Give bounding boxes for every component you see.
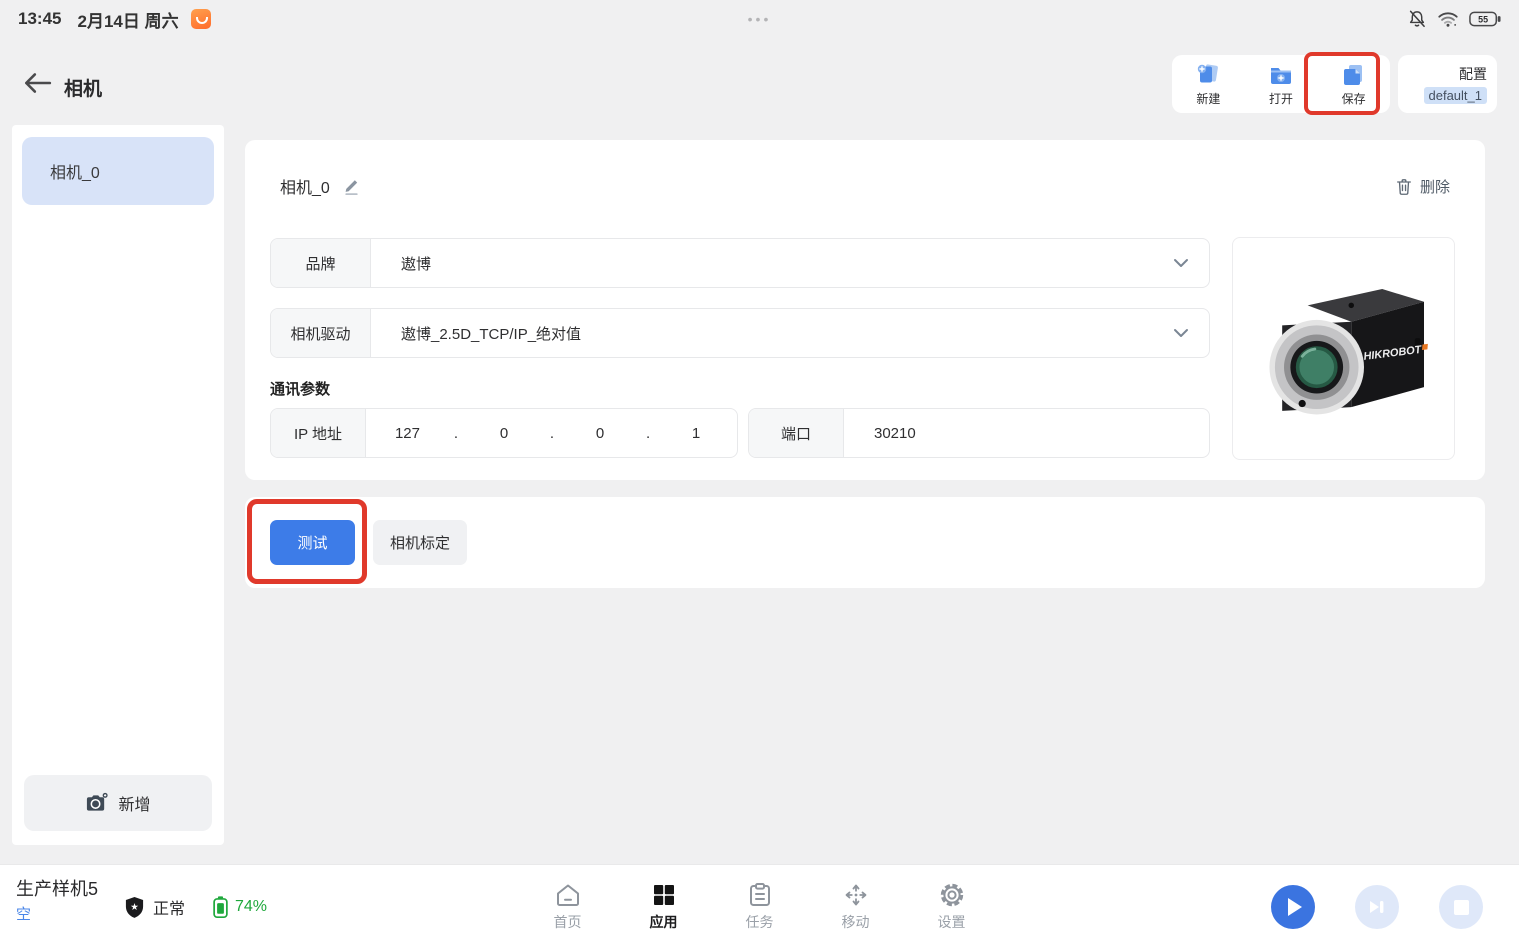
ip-address-field: IP 地址 127 . 0 . 0 . 1 bbox=[270, 408, 738, 458]
nav-item-apps[interactable]: 应用 bbox=[640, 882, 688, 932]
brand-label: 品牌 bbox=[271, 239, 371, 287]
brand-select[interactable]: 品牌 遨博 bbox=[270, 238, 1210, 288]
nav-item-home[interactable]: 首页 bbox=[544, 882, 592, 932]
sidebar-item-camera-0[interactable]: 相机_0 bbox=[22, 137, 214, 205]
page-title: 相机 bbox=[64, 74, 102, 101]
home-icon bbox=[555, 882, 581, 908]
device-name: 生产样机5 bbox=[16, 875, 98, 901]
add-camera-button[interactable]: 新增 bbox=[24, 775, 212, 831]
sidebar-item-label: 相机_0 bbox=[50, 159, 100, 183]
ip-dot: . bbox=[550, 425, 554, 442]
nav-label: 应用 bbox=[650, 912, 678, 932]
move-icon bbox=[843, 882, 869, 908]
device-battery: 74% bbox=[212, 865, 267, 949]
safety-status-label: 正常 bbox=[153, 895, 185, 919]
delete-camera-button[interactable]: 删除 bbox=[1395, 176, 1450, 197]
brand-value: 遨博 bbox=[401, 253, 431, 274]
ip-label: IP 地址 bbox=[271, 409, 366, 457]
battery-green-icon bbox=[212, 894, 229, 920]
port-label: 端口 bbox=[749, 409, 844, 457]
camera-list-sidebar: 相机_0 新增 bbox=[12, 125, 224, 845]
ip-octet-4-input[interactable]: 1 bbox=[684, 425, 708, 442]
open-folder-icon bbox=[1268, 62, 1294, 88]
settings-gear-icon bbox=[939, 882, 965, 908]
new-config-label: 新建 bbox=[1196, 90, 1220, 107]
trash-icon bbox=[1395, 177, 1413, 196]
chevron-down-icon bbox=[1173, 328, 1189, 338]
skip-next-button[interactable] bbox=[1355, 885, 1399, 929]
play-button[interactable] bbox=[1271, 885, 1315, 929]
camera-actions-panel: 测试 相机标定 bbox=[245, 497, 1485, 588]
nav-label: 移动 bbox=[842, 912, 870, 932]
device-sub-status: 空 bbox=[16, 903, 31, 924]
new-file-icon bbox=[1195, 62, 1221, 88]
tasks-icon bbox=[747, 882, 773, 908]
back-arrow-icon[interactable] bbox=[22, 70, 52, 101]
ip-octet-2-input[interactable]: 0 bbox=[492, 425, 516, 442]
svg-text:55: 55 bbox=[1478, 15, 1488, 25]
wifi-icon bbox=[1437, 10, 1459, 28]
status-bar: 13:45 2月14日 周六 ••• 55 bbox=[0, 0, 1519, 38]
config-selector: 配置 default_1 bbox=[1398, 55, 1497, 113]
driver-label: 相机驱动 bbox=[271, 309, 371, 357]
new-config-button[interactable]: 新建 bbox=[1195, 62, 1221, 107]
delete-camera-label: 删除 bbox=[1420, 176, 1450, 197]
apps-icon bbox=[651, 882, 677, 908]
camera-settings-panel: 相机_0 删除 品牌 遨博 相机驱动 遨博_2.5D_TCP/IP_绝对值 通讯… bbox=[245, 140, 1485, 480]
chevron-down-icon bbox=[1173, 258, 1189, 268]
nav-item-move[interactable]: 移动 bbox=[832, 882, 880, 932]
save-config-button[interactable]: 保存 bbox=[1341, 62, 1367, 107]
nav-item-settings[interactable]: 设置 bbox=[928, 882, 976, 932]
nav-item-tasks[interactable]: 任务 bbox=[736, 882, 784, 932]
clock-time: 13:45 bbox=[18, 9, 61, 29]
bottom-bar: 生产样机5 空 ★ 正常 74% 首页 应用 任务 bbox=[0, 865, 1519, 949]
battery-status-icon: 55 bbox=[1469, 10, 1501, 28]
toolbar: 新建 打开 保存 bbox=[1172, 55, 1390, 113]
bell-muted-icon bbox=[1407, 9, 1427, 29]
driver-value: 遨博_2.5D_TCP/IP_绝对值 bbox=[401, 323, 581, 344]
nav-label: 任务 bbox=[746, 912, 774, 932]
bottom-nav: 首页 应用 任务 移动 设置 bbox=[544, 865, 976, 949]
comm-params-heading: 通讯参数 bbox=[270, 378, 330, 399]
edit-name-icon[interactable] bbox=[342, 176, 361, 196]
port-input[interactable]: 30210 bbox=[874, 425, 916, 442]
ip-octet-1-input[interactable]: 127 bbox=[395, 425, 420, 442]
clock-date: 2月14日 周六 bbox=[77, 7, 178, 32]
add-camera-label: 新增 bbox=[118, 791, 150, 815]
camera-add-icon bbox=[85, 792, 108, 814]
device-battery-percent: 74% bbox=[235, 898, 267, 916]
camera-product-image: HIKROBOT bbox=[1232, 237, 1455, 460]
camera-name: 相机_0 bbox=[280, 174, 330, 198]
save-file-icon bbox=[1341, 62, 1367, 88]
ip-dot: . bbox=[646, 425, 650, 442]
driver-select[interactable]: 相机驱动 遨博_2.5D_TCP/IP_绝对值 bbox=[270, 308, 1210, 358]
safety-status: ★ 正常 bbox=[124, 865, 185, 949]
port-field: 端口 30210 bbox=[748, 408, 1210, 458]
calibration-button[interactable]: 相机标定 bbox=[373, 520, 467, 565]
play-icon bbox=[1288, 898, 1302, 916]
gesture-dots-icon: ••• bbox=[748, 11, 772, 27]
config-label: 配置 bbox=[1459, 64, 1487, 84]
open-config-button[interactable]: 打开 bbox=[1268, 62, 1294, 107]
stop-button[interactable] bbox=[1439, 885, 1483, 929]
ip-dot: . bbox=[454, 425, 458, 442]
nav-label: 设置 bbox=[938, 912, 966, 932]
skip-next-icon bbox=[1368, 899, 1386, 915]
config-value-chip[interactable]: default_1 bbox=[1424, 87, 1488, 104]
app-store-icon bbox=[191, 9, 211, 29]
test-button[interactable]: 测试 bbox=[270, 520, 355, 565]
svg-text:★: ★ bbox=[130, 901, 139, 912]
ip-octet-3-input[interactable]: 0 bbox=[588, 425, 612, 442]
playback-controls bbox=[1271, 865, 1483, 949]
shield-icon: ★ bbox=[124, 896, 145, 919]
save-config-label: 保存 bbox=[1342, 90, 1366, 107]
open-config-label: 打开 bbox=[1269, 90, 1293, 107]
stop-icon bbox=[1454, 900, 1469, 915]
nav-label: 首页 bbox=[554, 912, 582, 932]
